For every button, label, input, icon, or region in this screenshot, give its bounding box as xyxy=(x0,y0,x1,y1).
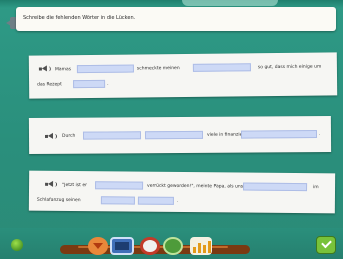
gap-input-1a[interactable] xyxy=(76,64,134,74)
gap-input-3d[interactable] xyxy=(137,196,174,205)
sentence-1-text-3: so gut, dass mich einige um xyxy=(257,64,322,71)
keyboard-icon[interactable] xyxy=(110,237,134,255)
gap-input-3c[interactable] xyxy=(100,196,135,205)
sentence-card-2: Durch viele in finanzielle . xyxy=(28,115,332,155)
stats-icon[interactable] xyxy=(190,237,212,255)
gap-input-3a[interactable] xyxy=(95,181,144,190)
speaker-icon[interactable] xyxy=(45,180,58,188)
gap-input-2b[interactable] xyxy=(144,130,204,140)
sentence-card-3: "Jetzt ist er verrückt geworden!", meint… xyxy=(28,170,336,214)
sentence-2-text-1: Durch xyxy=(61,133,76,139)
gap-input-1b[interactable] xyxy=(192,63,251,72)
sentence-3-text-4: Schlafanzug seinen xyxy=(36,197,81,204)
sentence-3-text-2: verrückt geworden!", meinte Papa, als un… xyxy=(147,183,248,190)
speaker-icon[interactable] xyxy=(38,65,51,72)
sentence-1-text-4: das Rezept xyxy=(37,82,62,88)
ball-icon xyxy=(11,239,23,251)
gap-input-2a[interactable] xyxy=(82,131,142,140)
back-icon[interactable] xyxy=(88,237,108,255)
sentence-card-1: Mamas schmeckte meinen so gut, dass mich… xyxy=(28,52,338,99)
sentence-1-text-2: schmeckte meinen xyxy=(136,66,180,72)
top-highlight xyxy=(182,0,278,6)
instruction-text: Schreibe die fehlenden Wörter in die Lüc… xyxy=(23,15,136,21)
checkmark-icon[interactable] xyxy=(316,236,336,254)
gap-input-3b[interactable] xyxy=(243,182,308,192)
sentence-3-text-1: "Jetzt ist er xyxy=(62,182,87,189)
speaker-icon[interactable] xyxy=(44,132,58,140)
gap-input-1c[interactable] xyxy=(73,79,106,89)
sentence-3-text-3: im xyxy=(313,185,319,191)
gap-input-2c[interactable] xyxy=(240,130,318,139)
home-icon[interactable] xyxy=(163,237,183,255)
instruction-bar: Schreibe die fehlenden Wörter in die Lüc… xyxy=(16,7,336,31)
sentence-1-text-1: Mamas xyxy=(54,67,72,73)
help-icon[interactable] xyxy=(140,237,160,255)
